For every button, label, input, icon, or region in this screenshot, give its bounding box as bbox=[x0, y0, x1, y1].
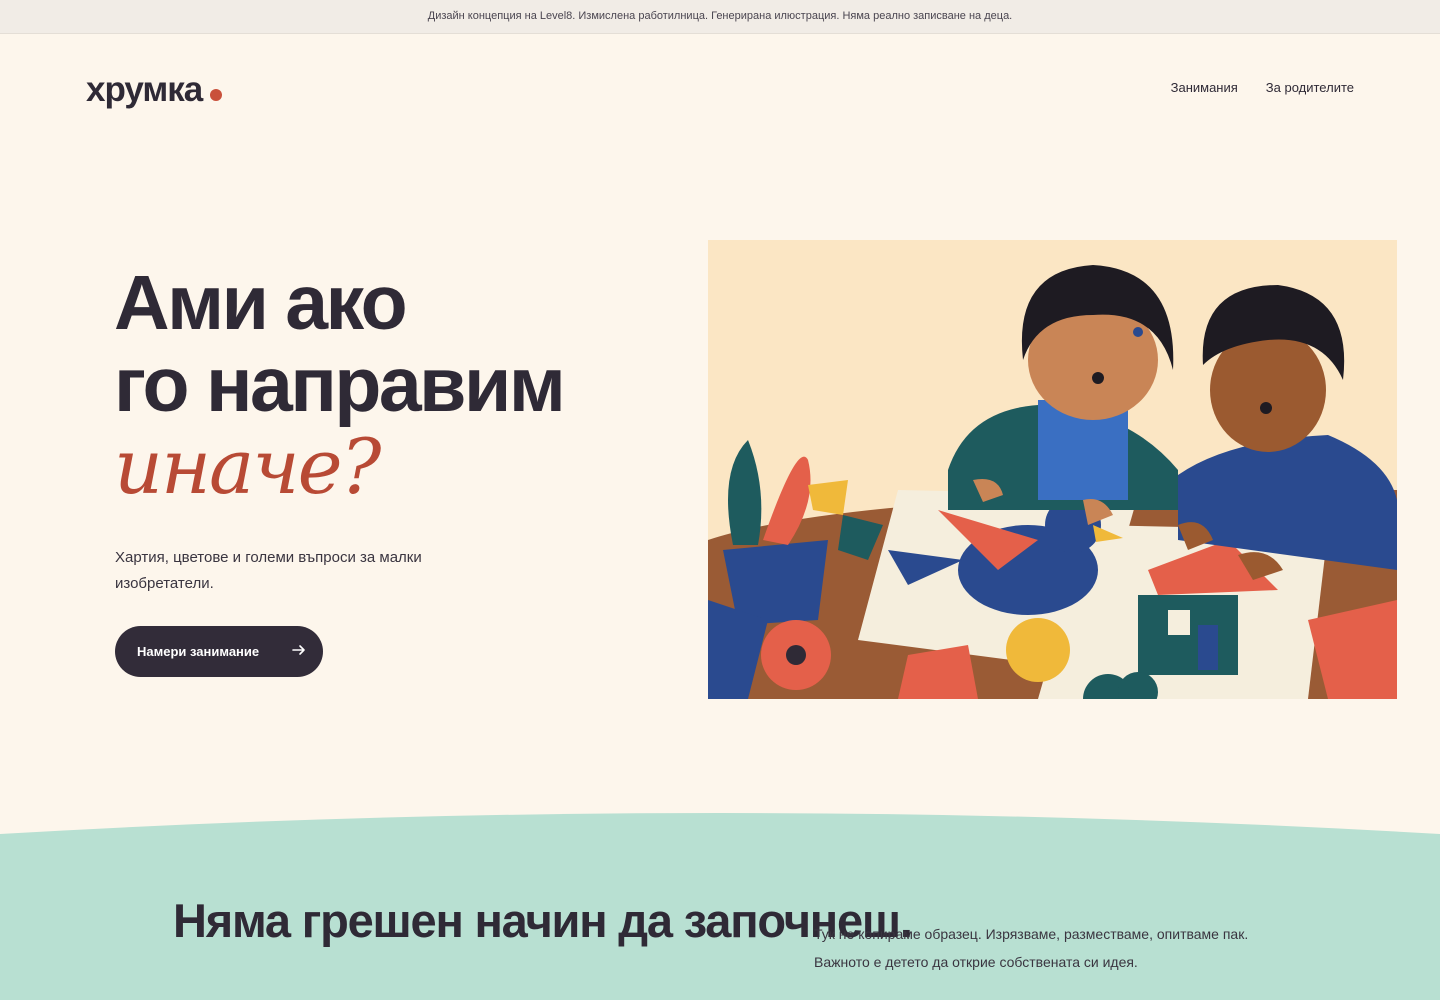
hero-illustration bbox=[708, 240, 1397, 699]
brand-dot-icon bbox=[210, 89, 223, 101]
hero-title-accent: иначе? bbox=[114, 422, 381, 511]
brand-name: хрумка bbox=[86, 70, 203, 109]
brand-logo[interactable]: хрумка bbox=[86, 70, 223, 110]
concept-notice-bar: Дизайн концепция на Level8. Измислена ра… bbox=[0, 0, 1440, 34]
find-activity-button[interactable]: Намери занимание bbox=[115, 626, 323, 677]
hero-subtitle: Хартия, цветове и големи въпроси за малк… bbox=[115, 549, 422, 592]
section-title: Няма грешен начин да започнеш. bbox=[173, 894, 913, 947]
main-nav: Занимания За родителите bbox=[1171, 80, 1354, 95]
find-activity-label: Намери занимание bbox=[137, 644, 260, 659]
hero-title-line-1: Ами ако bbox=[114, 260, 408, 346]
hero-title: Ами ако го направим иначе? bbox=[114, 260, 566, 511]
nav-item-parents[interactable]: За родителите bbox=[1266, 80, 1354, 95]
section-text: Тук не копираме образец. Изрязваме, разм… bbox=[814, 926, 1249, 970]
hero-title-line-2: го направим bbox=[114, 342, 566, 428]
concept-notice-text: Дизайн концепция на Level8. Измислена ра… bbox=[427, 10, 1013, 22]
nav-item-activities[interactable]: Занимания bbox=[1171, 80, 1238, 95]
arrow-right-icon bbox=[291, 642, 307, 661]
